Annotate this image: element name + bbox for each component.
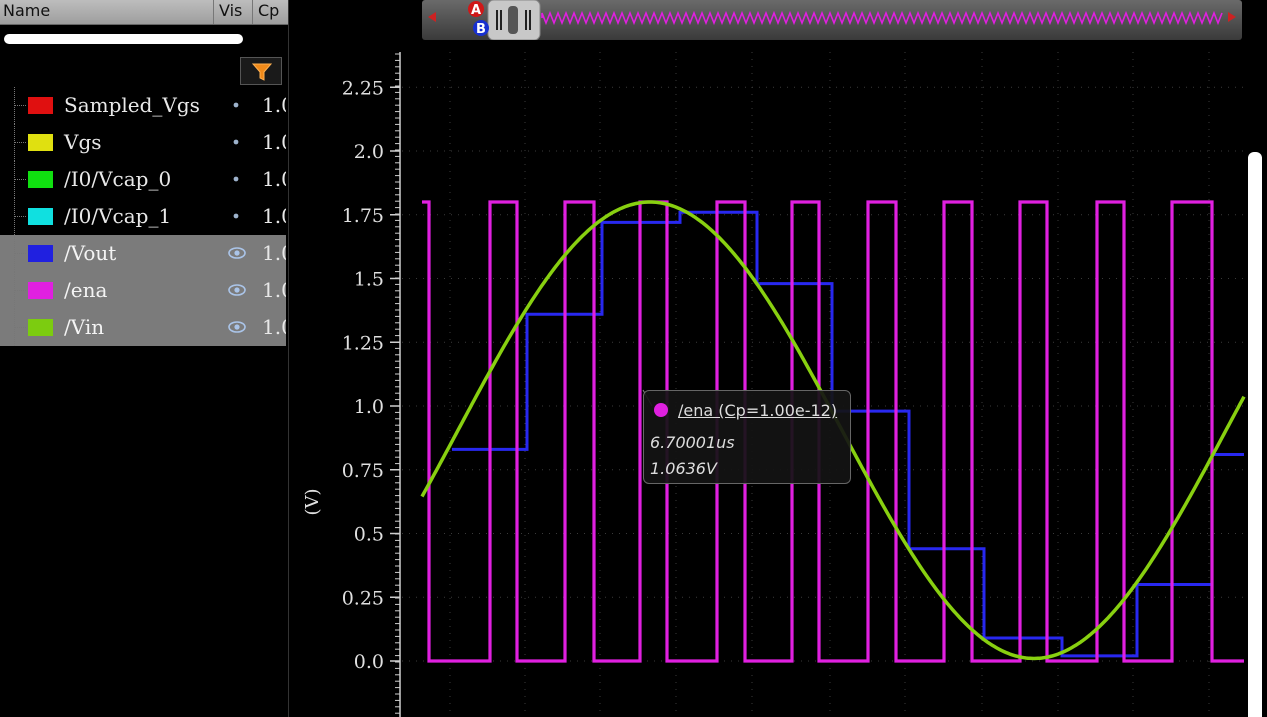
y-tick-label: 0.25 xyxy=(342,587,384,609)
y-tick-label: 1.75 xyxy=(342,205,384,227)
overview-ena-trace xyxy=(541,10,1223,26)
y-tick-label: 1.25 xyxy=(342,332,384,354)
tooltip-signal-dot xyxy=(654,403,668,417)
marker-a-label: A xyxy=(471,3,481,18)
tooltip-value: 1.0636V xyxy=(650,459,717,478)
y-tick-label: 1.5 xyxy=(354,269,384,291)
y-tick-label: 0.75 xyxy=(342,460,384,482)
overview-scroller[interactable]: A B xyxy=(422,0,1242,41)
scroll-right-icon[interactable] xyxy=(1228,12,1236,22)
y-tick-label: 1.0 xyxy=(354,396,384,418)
vertical-scrollbar[interactable] xyxy=(1248,152,1262,717)
overview-grip xyxy=(508,6,518,34)
marker-b-label: B xyxy=(476,22,486,37)
value-tooltip: /ena (Cp=1.00e-12) 6.70001us 1.0636V xyxy=(643,390,851,484)
y-tick-label: 0.0 xyxy=(354,651,384,673)
tooltip-time: 6.70001us xyxy=(650,433,735,452)
y-tick-label: 2.0 xyxy=(354,141,384,163)
waveform-chart[interactable]: 0.0 0.25 0.5 0.75 1.0 1.25 1.5 1.75 2.0 2.25 (V) xyxy=(0,0,1267,717)
y-tick-label: 2.25 xyxy=(342,77,384,99)
y-axis-label: (V) xyxy=(302,488,323,515)
tooltip-title: /ena (Cp=1.00e-12) xyxy=(678,401,838,420)
scroll-left-icon[interactable] xyxy=(428,12,436,22)
y-tick-label: 0.5 xyxy=(354,524,384,546)
overview-waveform: A B xyxy=(428,0,1236,41)
